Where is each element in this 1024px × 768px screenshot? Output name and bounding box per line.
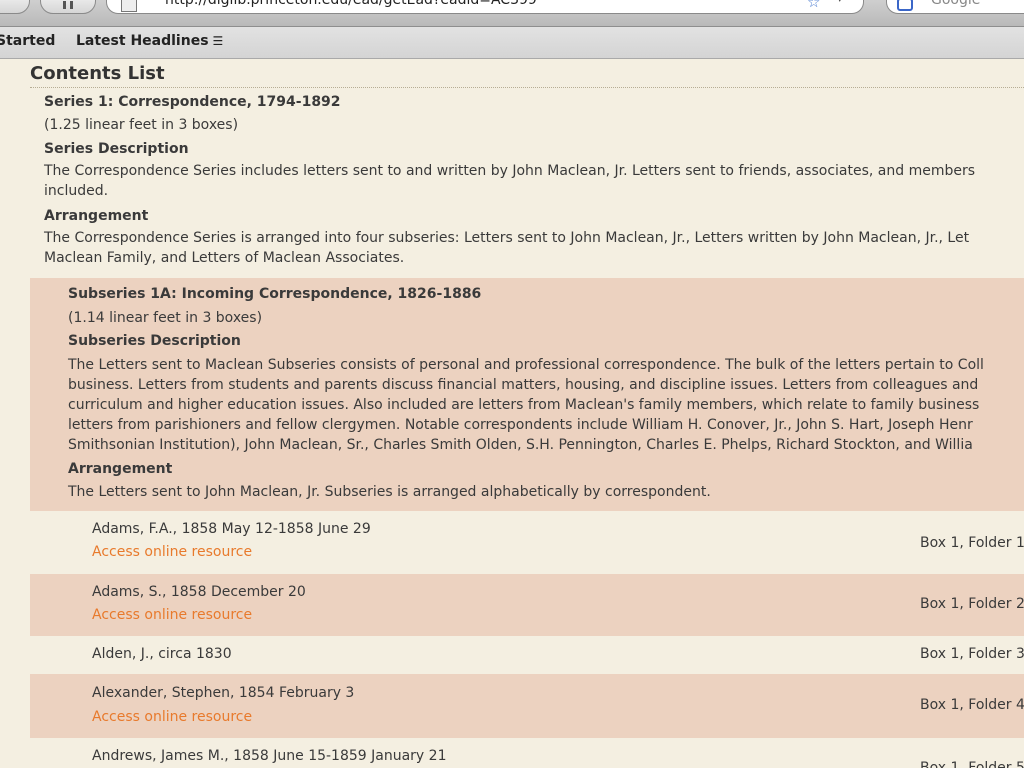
- pause-icon: [63, 1, 73, 9]
- series-arrangement-line: The Correspondence Series is arranged in…: [44, 230, 970, 246]
- browser-toolbar: http://diglib.princeton.edu/ead/getEad?e…: [0, 0, 1024, 27]
- item-title: Alden, J., circa 1830: [92, 646, 232, 662]
- back-button[interactable]: [0, 0, 30, 14]
- item-location: Box 1, Folder 1: [920, 535, 1024, 551]
- page-icon: [121, 0, 137, 12]
- url-bar[interactable]: http://diglib.princeton.edu/ead/getEad?e…: [106, 0, 864, 14]
- list-item: Andrews, James M., 1858 June 15-1859 Jan…: [30, 738, 1024, 768]
- series-description-line: The Correspondence Series includes lette…: [44, 163, 976, 179]
- series-arrangement-line: Maclean Family, and Letters of Maclean A…: [44, 250, 405, 266]
- bookmark-star-icon[interactable]: ☆: [807, 0, 820, 11]
- url-text: http://diglib.princeton.edu/ead/getEad?e…: [165, 0, 537, 8]
- list-item: Alden, J., circa 1830 Box 1, Folder 3: [30, 636, 1024, 674]
- item-location: Box 1, Folder 2: [920, 596, 1024, 612]
- search-bar[interactable]: Google: [886, 0, 1024, 14]
- bookmark-getting-started[interactable]: Started: [0, 33, 55, 49]
- rss-icon: ☰: [212, 34, 224, 48]
- search-placeholder: Google: [931, 0, 981, 8]
- list-item: Alexander, Stephen, 1854 February 3 Acce…: [30, 674, 1024, 738]
- series-extent: (1.25 linear feet in 3 boxes): [44, 117, 239, 133]
- bookmarks-bar: Started Latest Headlines ☰: [0, 27, 1024, 59]
- google-icon: [897, 0, 913, 11]
- page-content: Contents List Series 1: Correspondence, …: [0, 59, 1024, 768]
- bookmark-label: Started: [0, 33, 56, 49]
- item-title: Alexander, Stephen, 1854 February 3: [92, 685, 355, 701]
- access-online-link[interactable]: Access online resource: [92, 544, 252, 560]
- series-description-line: included.: [44, 183, 109, 199]
- item-location: Box 1, Folder 5: [920, 760, 1024, 768]
- list-item: Adams, S., 1858 December 20 Access onlin…: [30, 574, 1024, 636]
- subseries-description-line: business. Letters from students and pare…: [68, 377, 979, 393]
- bookmark-label: Latest Headlines: [76, 33, 209, 49]
- subseries-description-heading: Subseries Description: [68, 333, 241, 349]
- series-description-heading: Series Description: [44, 141, 189, 157]
- series-heading: Series 1: Correspondence, 1794-1892: [44, 94, 341, 110]
- subseries-description-line: Smithsonian Institution), John Maclean, …: [68, 437, 973, 453]
- subseries-heading: Subseries 1A: Incoming Correspondence, 1…: [68, 286, 482, 302]
- access-online-link[interactable]: Access online resource: [92, 709, 252, 725]
- subseries-extent: (1.14 linear feet in 3 boxes): [68, 310, 263, 326]
- item-location: Box 1, Folder 4: [920, 697, 1024, 713]
- subseries-arrangement-heading: Arrangement: [68, 461, 173, 477]
- bookmark-latest-headlines[interactable]: Latest Headlines ☰: [76, 33, 223, 49]
- item-location: Box 1, Folder 3: [920, 646, 1024, 662]
- subseries-description-line: The Letters sent to Maclean Subseries co…: [68, 357, 984, 373]
- subseries-description-line: letters from parishioners and fellow cle…: [68, 417, 973, 433]
- access-online-link[interactable]: Access online resource: [92, 607, 252, 623]
- list-item: Adams, F.A., 1858 May 12-1858 June 29 Ac…: [30, 511, 1024, 574]
- item-title: Adams, F.A., 1858 May 12-1858 June 29: [92, 521, 371, 537]
- chevron-down-icon[interactable]: ▾: [837, 0, 843, 5]
- stop-button[interactable]: [40, 0, 96, 14]
- page-title: Contents List: [30, 63, 1024, 88]
- subseries-arrangement-text: The Letters sent to John Maclean, Jr. Su…: [68, 484, 711, 500]
- item-title: Adams, S., 1858 December 20: [92, 584, 306, 600]
- subseries-description-line: curriculum and higher education issues. …: [68, 397, 980, 413]
- item-title: Andrews, James M., 1858 June 15-1859 Jan…: [92, 748, 447, 764]
- series-arrangement-heading: Arrangement: [44, 208, 149, 224]
